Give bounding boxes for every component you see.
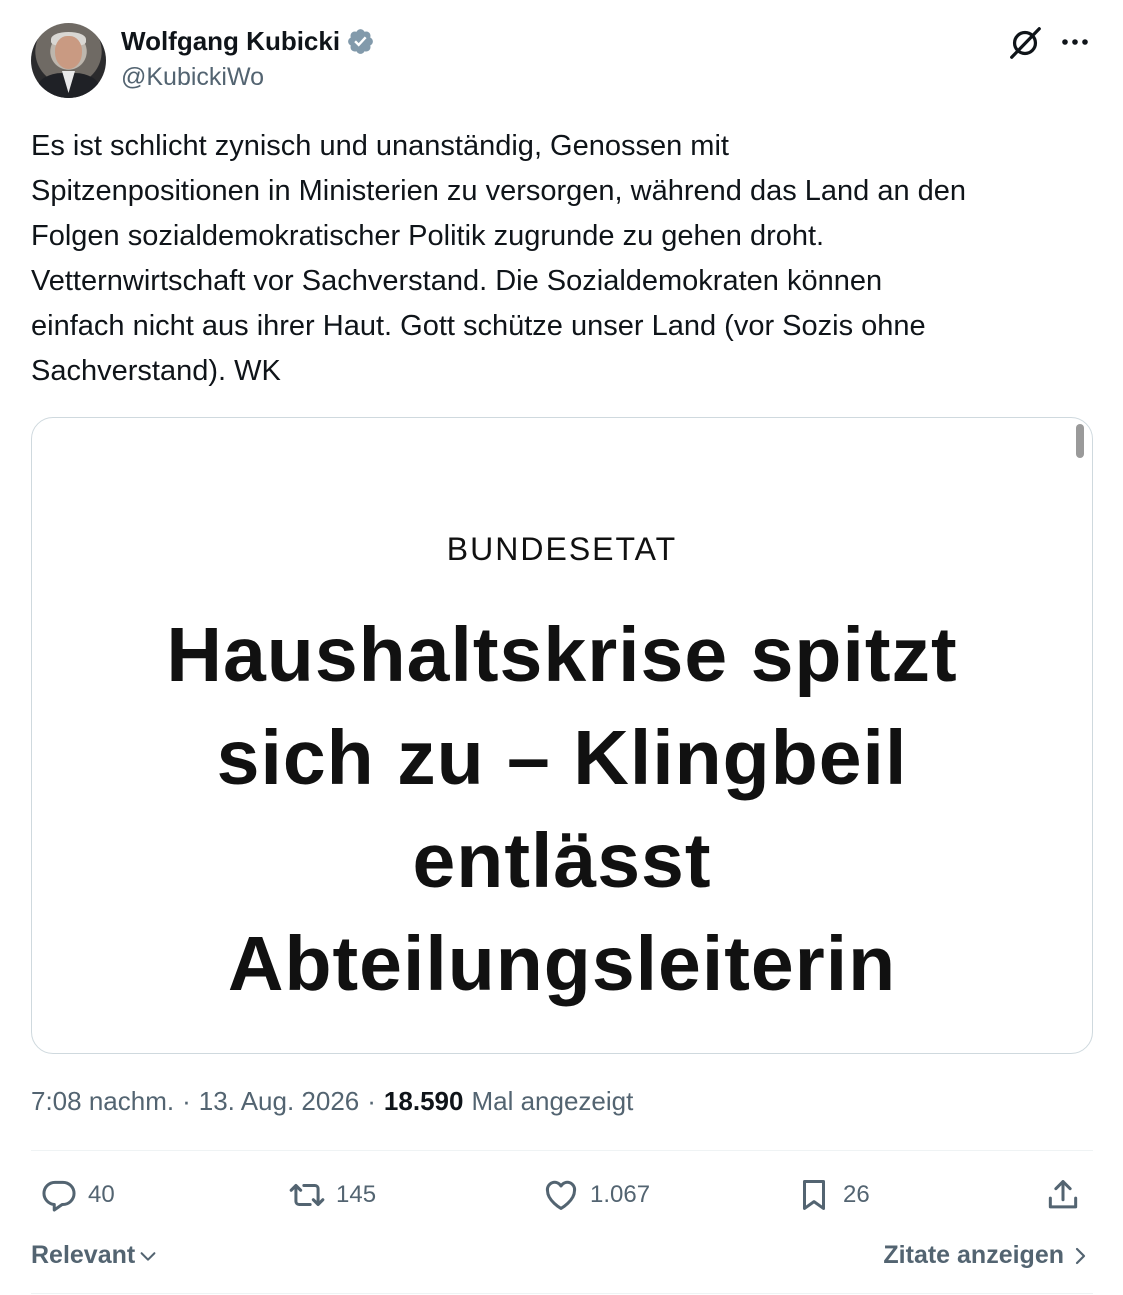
- share-icon: [1048, 1180, 1078, 1209]
- avatar-face: [55, 36, 82, 69]
- heart-icon: [545, 1180, 577, 1210]
- reply-button[interactable]: 40: [40, 1176, 115, 1214]
- retweet-count: 145: [336, 1181, 377, 1208]
- tweet-date[interactable]: 13. Aug. 2026: [199, 1086, 359, 1117]
- views-label: Mal angezeigt: [471, 1086, 634, 1116]
- like-count: 1.067: [590, 1181, 651, 1208]
- share-button[interactable]: [1044, 1176, 1082, 1214]
- sort-relevant-dropdown[interactable]: Relevant: [31, 1241, 159, 1270]
- tweet-meta: 7:08 nachm. · 13. Aug. 2026 · 18.590 Mal…: [31, 1086, 633, 1117]
- quotes-label: Zitate anzeigen: [883, 1241, 1064, 1269]
- meta-separator: ·: [367, 1086, 376, 1116]
- reply-icon: [42, 1180, 76, 1212]
- media-headline: Haushaltskrise spitzt sich zu – Klingbei…: [166, 612, 958, 1007]
- grok-icon[interactable]: [1006, 24, 1044, 62]
- show-quotes-link[interactable]: Zitate anzeigen: [883, 1241, 1090, 1270]
- author-name[interactable]: Wolfgang Kubicki: [121, 26, 340, 57]
- retweet-button[interactable]: 145: [288, 1176, 376, 1214]
- tweet-text: Es ist schlicht zynisch und unanständig,…: [31, 130, 967, 387]
- reply-count: 40: [88, 1181, 115, 1208]
- bookmark-count: 26: [843, 1181, 870, 1208]
- scrollbar-thumb[interactable]: [1076, 424, 1084, 458]
- views-count: 18.590: [383, 1086, 464, 1116]
- retweet-icon: [289, 1183, 325, 1207]
- author-handle[interactable]: @KubickiWo: [121, 63, 264, 92]
- chevron-right-icon: [1075, 1247, 1086, 1264]
- meta-separator: ·: [182, 1086, 191, 1116]
- media-kicker: BUNDESETAT: [446, 531, 678, 567]
- bookmark-button[interactable]: 26: [795, 1176, 870, 1214]
- avatar[interactable]: [31, 23, 106, 98]
- more-icon[interactable]: [1056, 28, 1094, 56]
- verified-badge-icon[interactable]: [346, 27, 375, 56]
- divider: [31, 1293, 1093, 1294]
- sort-label: Relevant: [31, 1241, 136, 1269]
- divider: [31, 1150, 1093, 1151]
- tweet-time[interactable]: 7:08 nachm.: [31, 1086, 174, 1117]
- media-card[interactable]: BUNDESETAT Haushaltskrise spitzt sich zu…: [31, 417, 1093, 1054]
- like-button[interactable]: 1.067: [542, 1176, 650, 1214]
- chevron-down-icon: [140, 1251, 156, 1261]
- bookmark-icon: [802, 1180, 826, 1210]
- author-name-row: Wolfgang Kubicki: [121, 26, 375, 57]
